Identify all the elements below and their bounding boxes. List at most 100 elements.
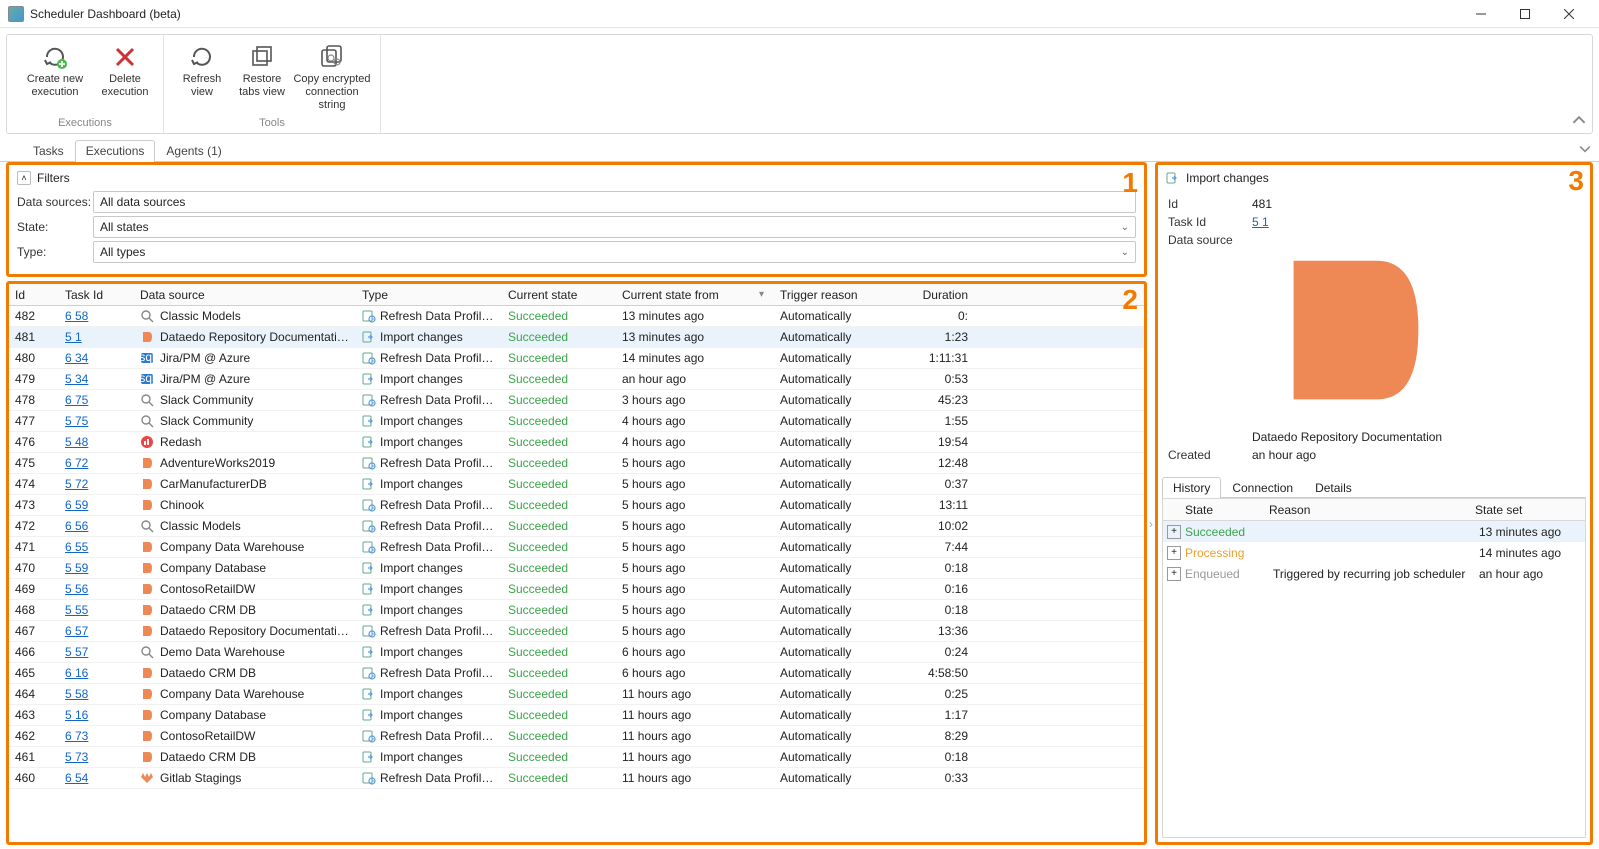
task-id-link[interactable]: 5 57 xyxy=(65,645,88,659)
task-id-link[interactable]: 6 58 xyxy=(65,309,88,323)
table-row[interactable]: 4676 57Dataedo Repository DocumentationR… xyxy=(9,621,1144,642)
filter-select-2[interactable]: All types⌄ xyxy=(93,241,1136,263)
table-row[interactable]: 4806 34sqlJira/PM @ AzureRefresh Data Pr… xyxy=(9,348,1144,369)
expand-toggle[interactable]: + xyxy=(1167,525,1181,539)
details-title: Import changes xyxy=(1186,171,1269,185)
task-id-link[interactable]: 6 57 xyxy=(65,624,88,638)
cell-state: Succeeded xyxy=(502,309,616,323)
task-id-link[interactable]: 6 59 xyxy=(65,498,88,512)
task-id-link[interactable]: 5 16 xyxy=(65,708,88,722)
expand-toggle[interactable]: + xyxy=(1167,546,1181,560)
col-state-from[interactable]: Current state from▾ xyxy=(616,288,774,302)
table-row[interactable]: 4635 16Company DatabaseImport changesSuc… xyxy=(9,705,1144,726)
cell-task-id: 5 34 xyxy=(59,372,134,386)
tab-executions[interactable]: Executions xyxy=(75,140,156,162)
cell-task-id: 6 59 xyxy=(59,498,134,512)
task-id-link[interactable]: 6 16 xyxy=(65,666,88,680)
cell-id: 473 xyxy=(9,498,59,512)
create-new-execution[interactable]: Create newexecution xyxy=(15,39,95,115)
cell-state: Succeeded xyxy=(502,624,616,638)
table-row[interactable]: 4615 73Dataedo CRM DBImport changesSucce… xyxy=(9,747,1144,768)
task-id-link[interactable]: 6 34 xyxy=(65,351,88,365)
col-current-state[interactable]: Current state xyxy=(502,288,616,302)
table-row[interactable]: 4765 48RedashImport changesSucceeded4 ho… xyxy=(9,432,1144,453)
filter-select-1[interactable]: All states⌄ xyxy=(93,216,1136,238)
cell-duration: 0:24 xyxy=(892,645,986,659)
table-row[interactable]: 4606 54Gitlab StagingsRefresh Data Profi… xyxy=(9,768,1144,789)
history-row[interactable]: +EnqueuedTriggered by recurring job sche… xyxy=(1163,563,1585,584)
sub-tab-connection[interactable]: Connection xyxy=(1221,477,1304,498)
cell-id: 462 xyxy=(9,729,59,743)
table-row[interactable]: 4665 57Demo Data WarehouseImport changes… xyxy=(9,642,1144,663)
filters-collapse-toggle[interactable]: ˄ xyxy=(17,171,31,185)
table-row[interactable]: 4815 1Dataedo Repository DocumentationIm… xyxy=(9,327,1144,348)
col-data-source[interactable]: Data source xyxy=(134,288,356,302)
prop-link[interactable]: 5 1 xyxy=(1252,215,1269,229)
task-id-link[interactable]: 5 58 xyxy=(65,687,88,701)
table-row[interactable]: 4685 55Dataedo CRM DBImport changesSucce… xyxy=(9,600,1144,621)
cell-state-from: 3 hours ago xyxy=(616,393,774,407)
magnifier-icon xyxy=(140,645,154,659)
table-row[interactable]: 4775 75Slack CommunityImport changesSucc… xyxy=(9,411,1144,432)
task-id-link[interactable]: 5 73 xyxy=(65,750,88,764)
copy-encrypted-connection-string[interactable]: Copy encryptedconnection string xyxy=(292,39,372,115)
tab-tasks[interactable]: Tasks xyxy=(22,140,75,162)
hist-col-state-set[interactable]: State set xyxy=(1471,503,1585,517)
task-id-link[interactable]: 6 56 xyxy=(65,519,88,533)
history-row[interactable]: +Succeeded13 minutes ago xyxy=(1163,521,1585,542)
tabs-chevron-icon[interactable] xyxy=(1579,143,1591,158)
col-id[interactable]: Id xyxy=(9,288,59,302)
task-id-link[interactable]: 5 59 xyxy=(65,561,88,575)
task-id-link[interactable]: 5 75 xyxy=(65,414,88,428)
sub-tab-history[interactable]: History xyxy=(1162,477,1221,498)
task-id-link[interactable]: 6 75 xyxy=(65,393,88,407)
ribbon-collapse-icon[interactable] xyxy=(1572,113,1586,127)
grid-body[interactable]: 4826 58Classic ModelsRefresh Data Profil… xyxy=(9,306,1144,842)
sub-tab-details[interactable]: Details xyxy=(1304,477,1363,498)
task-id-link[interactable]: 5 1 xyxy=(65,330,82,344)
task-id-link[interactable]: 5 55 xyxy=(65,603,88,617)
restore-tabs-view[interactable]: Restoretabs view xyxy=(232,39,292,115)
table-row[interactable]: 4645 58Company Data WarehouseImport chan… xyxy=(9,684,1144,705)
table-row[interactable]: 4736 59ChinookRefresh Data ProfilingSucc… xyxy=(9,495,1144,516)
task-id-link[interactable]: 6 73 xyxy=(65,729,88,743)
refresh-view[interactable]: Refreshview xyxy=(172,39,232,115)
tab-agents-[interactable]: Agents (1) xyxy=(155,140,232,162)
col-trigger-reason[interactable]: Trigger reason xyxy=(774,288,892,302)
table-row[interactable]: 4726 56Classic ModelsRefresh Data Profil… xyxy=(9,516,1144,537)
expand-toggle[interactable]: + xyxy=(1167,567,1181,581)
task-id-link[interactable]: 5 34 xyxy=(65,372,88,386)
filter-select-0[interactable]: All data sources xyxy=(93,191,1136,213)
history-row[interactable]: +Processing14 minutes ago xyxy=(1163,542,1585,563)
table-row[interactable]: 4656 16Dataedo CRM DBRefresh Data Profil… xyxy=(9,663,1144,684)
hist-col-reason[interactable]: Reason xyxy=(1265,503,1471,517)
table-row[interactable]: 4745 72CarManufacturerDBImport changesSu… xyxy=(9,474,1144,495)
col-task-id[interactable]: Task Id xyxy=(59,288,134,302)
close-button[interactable] xyxy=(1547,0,1591,28)
task-id-link[interactable]: 6 55 xyxy=(65,540,88,554)
task-id-link[interactable]: 5 48 xyxy=(65,435,88,449)
col-duration[interactable]: Duration xyxy=(892,288,986,302)
maximize-button[interactable] xyxy=(1503,0,1547,28)
table-row[interactable]: 4826 58Classic ModelsRefresh Data Profil… xyxy=(9,306,1144,327)
table-row[interactable]: 4756 72AdventureWorks2019Refresh Data Pr… xyxy=(9,453,1144,474)
minimize-button[interactable] xyxy=(1459,0,1503,28)
task-id-link[interactable]: 6 72 xyxy=(65,456,88,470)
table-row[interactable]: 4705 59Company DatabaseImport changesSuc… xyxy=(9,558,1144,579)
table-row[interactable]: 4795 34sqlJira/PM @ AzureImport changesS… xyxy=(9,369,1144,390)
table-row[interactable]: 4626 73ContosoRetailDWRefresh Data Profi… xyxy=(9,726,1144,747)
delete-execution[interactable]: Deleteexecution xyxy=(95,39,155,115)
task-id-link[interactable]: 6 54 xyxy=(65,771,88,785)
profiling-icon xyxy=(362,540,376,554)
table-row[interactable]: 4786 75Slack CommunityRefresh Data Profi… xyxy=(9,390,1144,411)
hist-col-state[interactable]: State xyxy=(1163,503,1265,517)
table-row[interactable]: 4695 56ContosoRetailDWImport changesSucc… xyxy=(9,579,1144,600)
panel-splitter-handle[interactable]: › xyxy=(1146,504,1156,544)
cell-duration: 0:33 xyxy=(892,771,986,785)
import-icon xyxy=(362,414,376,428)
col-type[interactable]: Type xyxy=(356,288,502,302)
table-row[interactable]: 4716 55Company Data WarehouseRefresh Dat… xyxy=(9,537,1144,558)
task-id-link[interactable]: 5 72 xyxy=(65,477,88,491)
task-id-link[interactable]: 5 56 xyxy=(65,582,88,596)
details-sub-tabs: HistoryConnectionDetails xyxy=(1162,476,1586,498)
